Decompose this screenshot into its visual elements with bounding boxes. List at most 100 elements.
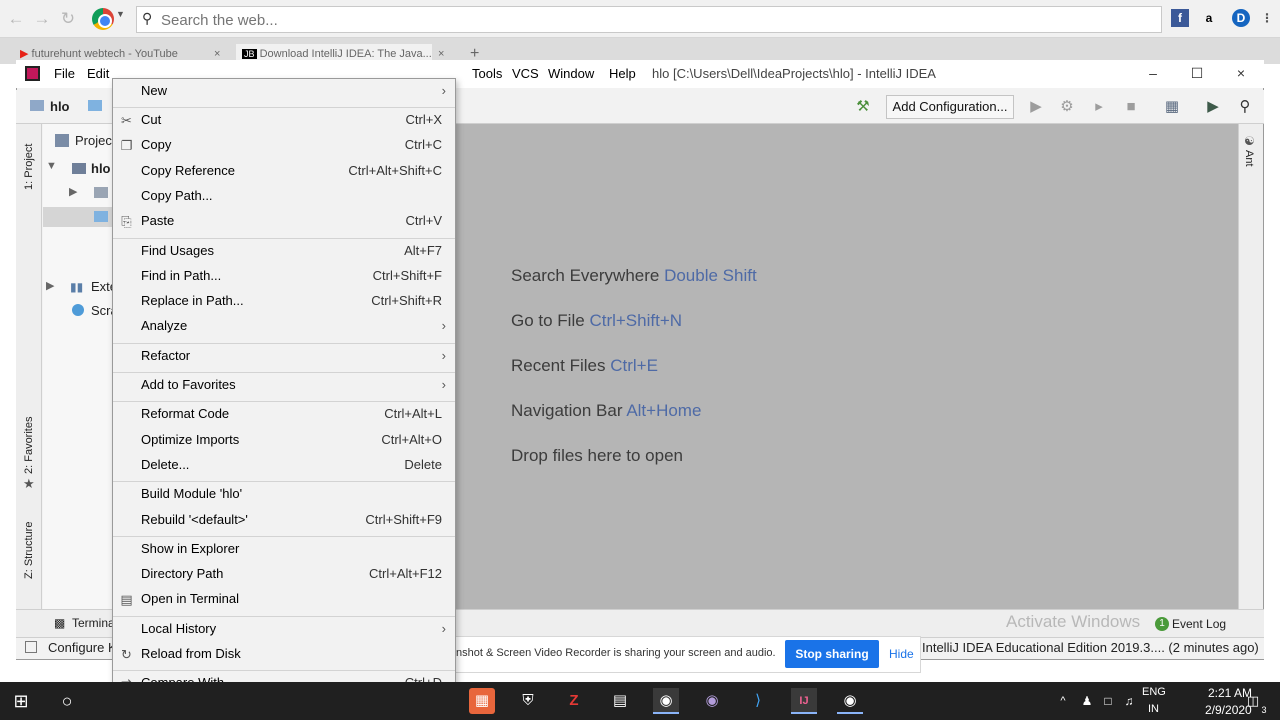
chrome-taskbar-icon-2[interactable]: ◉ xyxy=(837,688,863,714)
context-menu-item-show-in-explorer[interactable]: Show in Explorer xyxy=(141,538,446,560)
context-menu-item-cut[interactable]: Cut Ctrl+X xyxy=(141,109,446,131)
hide-sharing-button[interactable]: Hide xyxy=(889,647,914,661)
intellij-taskbar-icon[interactable]: IJ xyxy=(791,688,817,714)
context-menu-item-replace-in-path[interactable]: Replace in Path... Ctrl+Shift+R xyxy=(141,290,446,312)
context-menu-item-find-usages[interactable]: Find Usages Alt+F7 xyxy=(141,240,446,262)
menu-help[interactable]: Help xyxy=(609,66,636,81)
profile-icon[interactable]: D xyxy=(1232,9,1250,27)
menu-window[interactable]: Window xyxy=(548,66,594,81)
search-icon[interactable]: ⚲ xyxy=(1236,98,1254,116)
run-icon[interactable]: ▶ xyxy=(1027,98,1045,116)
back-icon[interactable]: ← xyxy=(5,8,27,30)
more-icon[interactable]: ⋮ xyxy=(1258,9,1276,27)
coverage-icon[interactable]: ▸ xyxy=(1090,98,1108,116)
context-menu-item-new[interactable]: New › xyxy=(141,80,446,102)
reload-page-icon[interactable]: ↻ xyxy=(57,8,79,30)
terminal-icon: ▤ xyxy=(120,592,133,608)
filezilla-icon[interactable]: Z xyxy=(561,688,587,714)
chevron-right-icon[interactable]: ▶ xyxy=(69,185,77,198)
chevron-down-icon[interactable]: ▼ xyxy=(46,160,57,172)
context-menu-item-add-to-favorites[interactable]: Add to Favorites › xyxy=(141,374,446,396)
menu-item-shortcut: Ctrl+X xyxy=(405,112,442,127)
menu-tools[interactable]: Tools xyxy=(472,66,502,81)
stop-sharing-button[interactable]: Stop sharing xyxy=(785,640,879,668)
context-menu-item-local-history[interactable]: Local History › xyxy=(141,618,446,640)
status-toggle-icon[interactable] xyxy=(25,641,37,653)
tab-terminal[interactable]: Termina xyxy=(72,616,112,630)
context-menu-item-reformat-code[interactable]: Reformat Code Ctrl+Alt+L xyxy=(141,403,446,425)
run-anything-icon[interactable]: ▶ xyxy=(1204,98,1222,116)
scissors-icon: ✂ xyxy=(121,113,132,128)
tree-external-libraries[interactable]: Exte xyxy=(91,279,113,294)
app-icon[interactable]: ▦ xyxy=(469,688,495,714)
context-menu-item-optimize-imports[interactable]: Optimize Imports Ctrl+Alt+O xyxy=(141,429,446,451)
recorder-icon[interactable]: ◉ xyxy=(699,688,725,714)
event-log-button[interactable]: Event Log xyxy=(1172,617,1226,631)
context-menu-item-copy[interactable]: Copy Ctrl+C xyxy=(141,134,446,156)
menu-separator xyxy=(113,535,455,537)
notification-count: 3 xyxy=(1261,705,1267,715)
menu-edit[interactable]: Edit xyxy=(87,66,109,81)
context-menu-item-reload-from-disk[interactable]: Reload from Disk xyxy=(141,643,446,665)
context-menu-item-copy-path[interactable]: Copy Path... xyxy=(141,185,446,207)
activate-windows-watermark: Activate Windows xyxy=(1006,612,1141,631)
maximize-icon[interactable]: ☐ xyxy=(1182,63,1212,83)
chrome-taskbar-icon[interactable]: ◉ xyxy=(653,688,679,714)
amazon-icon[interactable]: a xyxy=(1200,9,1218,27)
cortana-icon[interactable]: ○ xyxy=(54,688,80,714)
context-menu-item-refactor[interactable]: Refactor › xyxy=(141,345,446,367)
facebook-icon[interactable]: f xyxy=(1171,9,1189,27)
build-hammer-icon[interactable]: ⚒ xyxy=(854,98,872,116)
event-log-badge: 1 xyxy=(1155,617,1169,631)
debug-icon[interactable]: ⚙ xyxy=(1058,98,1076,116)
context-menu-item-directory-path[interactable]: Directory Path Ctrl+Alt+F12 xyxy=(141,563,446,585)
hint-key: Alt+Home xyxy=(626,401,702,420)
shield-icon[interactable]: ⛨ xyxy=(515,688,541,714)
hint-search-everywhere: Search Everywhere Double Shift xyxy=(511,266,757,286)
context-menu-item-rebuild-default[interactable]: Rebuild '<default>' Ctrl+Shift+F9 xyxy=(141,509,446,531)
context-menu-item-delete[interactable]: Delete... Delete xyxy=(141,454,446,476)
close-icon[interactable]: × xyxy=(1226,63,1256,83)
module-folder-icon xyxy=(72,163,86,174)
terminal-icon: ▩ xyxy=(54,616,66,630)
tree-root[interactable]: hlo xyxy=(91,161,111,176)
context-menu-item-paste[interactable]: Paste Ctrl+V xyxy=(141,210,446,232)
volume-icon[interactable]: ♫ xyxy=(1116,688,1142,714)
language-indicator[interactable]: ENG xyxy=(1142,686,1166,698)
menu-item-label: Cut xyxy=(141,112,162,127)
chrome-icon[interactable] xyxy=(92,8,114,30)
context-menu-item-find-in-path[interactable]: Find in Path... Ctrl+Shift+F xyxy=(141,265,446,287)
menu-vcs[interactable]: VCS xyxy=(512,66,539,81)
context-menu-item-copy-reference[interactable]: Copy Reference Ctrl+Alt+Shift+C xyxy=(141,160,446,182)
search-input[interactable] xyxy=(161,10,1151,30)
context-menu-item-build-module-hlo[interactable]: Build Module 'hlo' xyxy=(141,483,446,505)
menu-item-label: Find Usages xyxy=(141,242,214,258)
forward-icon[interactable]: → xyxy=(31,8,53,30)
tab-favorites[interactable]: 2: Favorites xyxy=(23,410,35,474)
tab-project[interactable]: 1: Project xyxy=(23,134,35,190)
tab-structure[interactable]: Z: Structure xyxy=(23,515,35,579)
minimize-icon[interactable]: – xyxy=(1138,63,1168,83)
folder-icon xyxy=(88,100,102,111)
vscode-icon[interactable]: ⟩ xyxy=(745,688,771,714)
menu-item-label: Reload from Disk xyxy=(141,646,241,661)
address-bar[interactable]: ⚲ xyxy=(136,6,1162,33)
stop-icon[interactable]: ■ xyxy=(1122,98,1140,116)
tab-ant[interactable]: Ant xyxy=(1243,150,1255,174)
menu-item-shortcut: Alt+F7 xyxy=(404,242,442,258)
add-configuration-button[interactable]: Add Configuration... xyxy=(886,95,1014,119)
chevron-up-icon[interactable]: ^ xyxy=(1050,688,1076,714)
document-icon[interactable]: ▤ xyxy=(607,688,633,714)
chevron-right-icon[interactable]: ▶ xyxy=(46,279,54,292)
menu-item-label: Paste xyxy=(141,213,175,229)
context-menu-item-open-in-terminal[interactable]: Open in Terminal xyxy=(141,588,446,610)
project-panel-header[interactable]: Project xyxy=(75,133,113,148)
project-structure-icon[interactable]: ▦ xyxy=(1163,98,1181,116)
chevron-down-icon[interactable]: ▼ xyxy=(116,9,125,19)
menu-file[interactable]: File xyxy=(54,66,75,81)
tree-scratches[interactable]: Scra xyxy=(91,303,113,318)
breadcrumb[interactable]: hlo xyxy=(50,99,70,114)
language-region[interactable]: IN xyxy=(1148,703,1159,715)
context-menu-item-analyze[interactable]: Analyze › xyxy=(141,315,446,337)
windows-start-icon[interactable]: ⊞ xyxy=(8,688,34,714)
